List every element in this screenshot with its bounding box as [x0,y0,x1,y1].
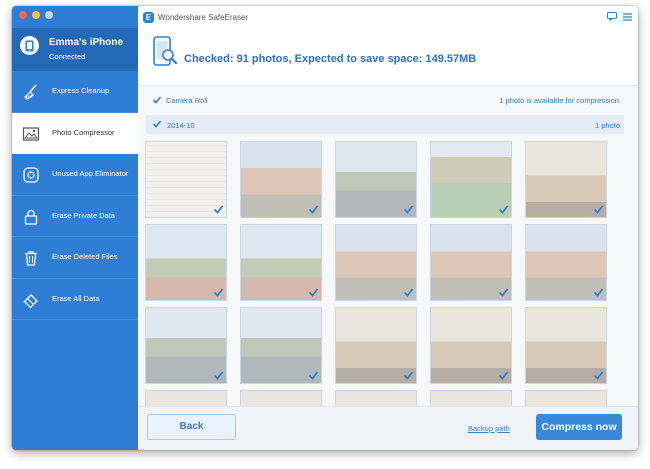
scan-summary: Checked: 91 photos, Expected to save spa… [138,28,638,86]
photo-thumbnail[interactable] [430,224,512,301]
photo-thumbnail[interactable] [430,141,512,218]
window-controls [19,11,53,19]
photo-thumbnail[interactable] [430,307,512,384]
photo-thumbnail[interactable] [335,390,417,406]
photo-checkbox[interactable] [593,287,604,298]
photo-thumbnail[interactable] [240,224,322,301]
photo-overlay [146,391,226,406]
compress-now-button[interactable]: Compress now [536,414,622,440]
phone-search-icon [153,36,178,66]
broom-icon [24,84,37,100]
photo-thumbnail[interactable] [525,141,607,218]
photo-thumbnail[interactable] [240,141,322,218]
album-info: 1 photo is available for compression. [499,96,621,105]
sidebar-item-erase-all-data[interactable]: Erase All Data [12,279,138,320]
photo-thumbnail[interactable] [525,224,607,301]
photo-thumbnail[interactable] [335,307,417,384]
feedback-icon[interactable] [607,12,617,21]
main-panel: E Wondershare SafeEraser Checked: 91 pho… [138,6,638,450]
group-label: 2014-10 [167,121,195,130]
photo-checkbox[interactable] [308,287,319,298]
sidebar-item-label: Erase Private Data [52,210,115,220]
photo-checkbox[interactable] [308,370,319,381]
photo-thumbnail[interactable] [240,307,322,384]
close-button[interactable] [19,11,27,19]
photo-checkbox[interactable] [403,287,414,298]
photo-checkbox[interactable] [403,370,414,381]
album-row: Camera Roll 1 photo is available for com… [138,86,638,114]
phone-icon [20,36,39,55]
photo-checkbox[interactable] [593,370,604,381]
photo-checkbox[interactable] [593,204,604,215]
lock-icon [24,209,38,225]
date-group-header: 2014-10 1 photo [146,115,624,134]
photo-checkbox[interactable] [213,204,224,215]
trash-icon [25,251,37,266]
photo-thumbnail[interactable] [240,390,322,406]
photo-checkbox[interactable] [213,370,224,381]
photo-thumbnail[interactable] [145,224,227,301]
menu-icon[interactable] [623,12,632,21]
photo-checkbox[interactable] [213,287,224,298]
photo-thumbnail[interactable] [430,390,512,406]
sidebar-item-erase-deleted-files[interactable]: Erase Deleted Files [12,237,138,279]
eraser-icon [23,293,38,308]
photo-checkbox[interactable] [498,287,509,298]
sidebar: Emma's iPhone Connected Express Cleanup … [12,6,138,450]
window-title: Wondershare SafeEraser [158,13,249,22]
device-name: Emma's iPhone [49,37,124,48]
photo-thumbnail[interactable] [525,390,607,406]
camera-roll-checkbox[interactable] [152,95,162,105]
photo-overlay [241,391,321,406]
group-checkbox[interactable] [152,119,162,129]
sidebar-item-label: Unused App Eliminator [52,169,129,178]
device-info: Emma's iPhone Connected [12,28,138,71]
summary-text: Checked: 91 photos, Expected to save spa… [184,53,477,65]
sidebar-nav: Express Cleanup Photo Compressor Unused … [12,71,138,320]
app-window: Emma's iPhone Connected Express Cleanup … [12,6,638,450]
photo-overlay [431,391,511,406]
photo-checkbox[interactable] [498,370,509,381]
sidebar-item-express-cleanup[interactable]: Express Cleanup [12,71,138,113]
photo-thumbnail[interactable] [145,141,227,218]
sidebar-item-erase-private-data[interactable]: Erase Private Data [12,196,138,237]
photo-overlay [336,391,416,406]
photo-overlay [526,391,606,406]
app-logo-icon: E [143,12,154,23]
app-icon [23,167,39,183]
device-status: Connected [49,52,86,61]
photo-thumbnail[interactable] [335,224,417,301]
group-count: 1 photo [594,121,620,130]
photo-checkbox[interactable] [308,204,319,215]
sidebar-item-label: Photo Compressor [52,127,115,137]
photo-thumbnail[interactable] [525,307,607,384]
photo-checkbox[interactable] [498,204,509,215]
sidebar-item-unused-app-eliminator[interactable]: Unused App Eliminator [12,154,138,196]
photo-grid [145,141,623,406]
photo-thumbnail[interactable] [145,390,227,406]
photo-icon [22,126,40,141]
zoom-button[interactable] [45,11,53,19]
sidebar-item-label: Express Cleanup [52,86,110,95]
back-button[interactable]: Back [147,414,236,440]
photo-thumbnail[interactable] [145,307,227,384]
backup-path-link[interactable]: Backup path [468,424,510,433]
album-label: Camera Roll [166,96,208,105]
sidebar-item-photo-compressor[interactable]: Photo Compressor [12,112,138,154]
sidebar-item-label: Erase All Data [52,293,100,303]
sidebar-item-label: Erase Deleted Files [52,252,118,261]
footer-bar: Back Backup path Compress now [138,406,638,450]
photo-thumbnail[interactable] [335,141,417,218]
photo-checkbox[interactable] [403,204,414,215]
minimize-button[interactable] [32,11,40,19]
title-bar: E Wondershare SafeEraser [138,6,638,28]
